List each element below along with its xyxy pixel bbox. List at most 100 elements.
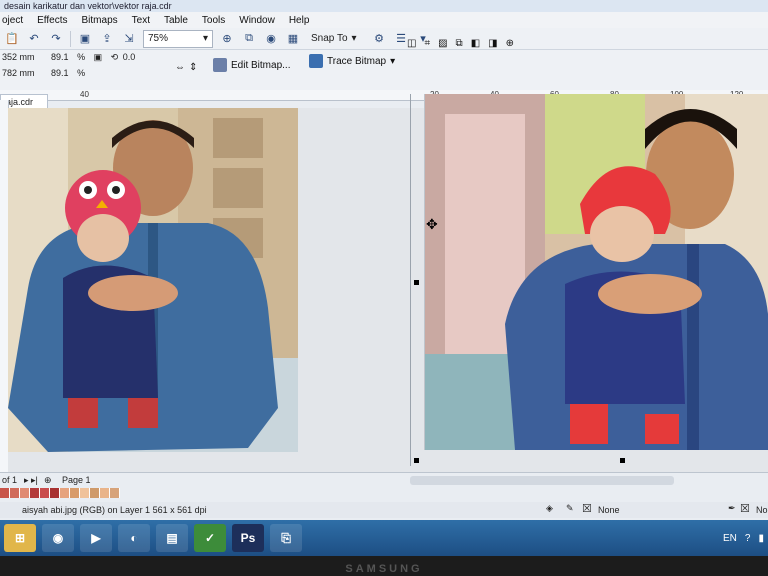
fill-icon: ◈ (546, 503, 553, 513)
firefox-icon[interactable]: ◐ (118, 524, 150, 552)
edit-bitmap-label: Edit Bitmap... (231, 59, 291, 71)
swatch[interactable] (50, 488, 60, 498)
lock-ratio-icon[interactable]: ▣ (94, 52, 103, 62)
window-title: desain karikatur dan vektor\vektor raja.… (0, 0, 768, 12)
add-icon[interactable]: ⊕ (506, 38, 514, 49)
chevron-down-icon: ▾ (202, 33, 208, 44)
menu-bitmaps[interactable]: Bitmaps (82, 15, 118, 26)
undo-icon[interactable]: ↶ (26, 31, 42, 47)
view-icon[interactable]: ◉ (263, 31, 279, 47)
grid-icon[interactable]: ▦ (285, 31, 301, 47)
swatch[interactable] (100, 488, 110, 498)
mirror-vertical-icon[interactable]: ⇕ (189, 62, 197, 73)
link-icon[interactable]: ⧉ (456, 38, 463, 49)
chrome-icon[interactable]: ◉ (42, 524, 74, 552)
width-field[interactable]: 352 mm (2, 52, 35, 62)
pen-icon: ✒ (728, 503, 736, 513)
import-icon[interactable]: ▣ (77, 31, 93, 47)
paste-icon[interactable]: 📋 (4, 31, 20, 47)
start-button[interactable]: ⊞ (4, 524, 36, 552)
publish-icon[interactable]: ⇲ (121, 31, 137, 47)
swatch[interactable] (60, 488, 70, 498)
menu-object[interactable]: oject (2, 15, 23, 26)
selection-handle[interactable] (414, 458, 419, 463)
options-icon[interactable]: ⚙ (371, 31, 387, 47)
swatch[interactable] (40, 488, 50, 498)
menu-effects[interactable]: Effects (37, 15, 67, 26)
scale-y-field[interactable]: 89.1 (51, 68, 69, 78)
fill-value: None (598, 505, 620, 515)
zoom-fit-icon[interactable]: ⊕ (219, 31, 235, 47)
menu-tools[interactable]: Tools (202, 15, 225, 26)
swatch[interactable] (70, 488, 80, 498)
swatch[interactable] (10, 488, 20, 498)
drawing-canvas[interactable]: ✥ (8, 94, 768, 472)
swatch[interactable] (90, 488, 100, 498)
menu-text[interactable]: Text (132, 15, 150, 26)
separator (70, 30, 71, 47)
windows-taskbar: ⊞ ◉ ▶ ◐ ▤ ✓ Ps ⎘ EN ? ▮ (0, 520, 768, 556)
photoshop-icon[interactable]: Ps (232, 524, 264, 552)
menu-window[interactable]: Window (239, 15, 275, 26)
photo-graphic (8, 108, 298, 452)
usb-drive-icon[interactable]: ⎘ (270, 524, 302, 552)
redo-icon[interactable]: ↷ (48, 31, 64, 47)
add-page-icon[interactable]: ⊕ (44, 475, 52, 486)
network-icon[interactable]: ▮ (758, 533, 764, 544)
zoom-combo[interactable]: 75% ▾ (143, 29, 213, 48)
outline-pen-icon: ✎ (566, 503, 574, 513)
help-icon[interactable]: ? (745, 533, 751, 544)
ungroup-icon[interactable]: ◨ (488, 38, 497, 49)
snap-to-label: Snap To (311, 33, 348, 44)
original-photo[interactable] (8, 108, 298, 452)
swatch[interactable] (20, 488, 30, 498)
monitor-brand: SAMSUNG (345, 563, 423, 575)
caricature-graphic (425, 94, 768, 450)
ruler-tick: 40 (80, 90, 89, 99)
height-field[interactable]: 782 mm (2, 68, 35, 78)
system-tray: EN ? ▮ (723, 520, 764, 556)
selection-handle[interactable] (620, 458, 625, 463)
export-icon[interactable]: ⇪ (99, 31, 115, 47)
property-bar: 352 mm 89.1 % ▣ ⟲ 0.0 782 mm 89.1 % ⇔ ⇕ … (0, 38, 768, 91)
menu-help[interactable]: Help (289, 15, 310, 26)
swatch[interactable] (80, 488, 90, 498)
coreldraw-icon[interactable]: ✓ (194, 524, 226, 552)
trace-bitmap-label: Trace Bitmap (327, 55, 387, 67)
edit-bitmap-button[interactable]: Edit Bitmap... (210, 56, 293, 74)
next-page-icon[interactable]: ▸ ▸| (24, 475, 38, 486)
menu-table[interactable]: Table (164, 15, 188, 26)
scale-x-field[interactable]: 89.1 (51, 52, 69, 62)
swatch[interactable] (30, 488, 40, 498)
screen: desain karikatur dan vektor\vektor raja.… (0, 0, 768, 556)
document-navigator: of 1 ▸ ▸| ⊕ Page 1 (0, 472, 768, 489)
page-tab[interactable]: Page 1 (62, 475, 91, 485)
swatch[interactable] (0, 488, 10, 498)
group-icon[interactable]: ◧ (471, 38, 480, 49)
snap-to-dropdown[interactable]: Snap To ▾ (307, 31, 365, 47)
crop-icon[interactable]: ⌗ (424, 38, 430, 49)
horizontal-scrollbar[interactable] (410, 476, 674, 485)
standard-toolbar: 📋 ↶ ↷ ▣ ⇪ ⇲ 75% ▾ ⊕ ⧉ ◉ ▦ Snap To ▾ ⚙ ☰ … (0, 28, 768, 50)
mirror-horizontal-icon[interactable]: ⇔ (175, 62, 185, 73)
media-player-icon[interactable]: ▶ (80, 524, 112, 552)
color-palette[interactable] (0, 488, 120, 498)
scale-y-unit: % (77, 68, 86, 78)
trace-bitmap-button[interactable]: Trace Bitmap ▾ (306, 52, 398, 70)
vector-caricature[interactable] (424, 94, 768, 450)
mirror-icons[interactable]: ⇔ ⇕ (172, 58, 200, 76)
resample-icon[interactable]: ◫ (407, 38, 416, 49)
rotation-field[interactable]: 0.0 (123, 52, 136, 62)
swatch[interactable] (110, 488, 120, 498)
no-fill-icon: ☒ (582, 503, 592, 515)
chevron-down-icon: ▾ (390, 55, 396, 67)
move-cursor-icon: ✥ (426, 216, 438, 232)
bitmap-color-mask-icon[interactable]: ▨ (438, 38, 447, 49)
selection-handle[interactable] (414, 280, 419, 285)
status-bar: aisyah abi.jpg (RGB) on Layer 1 561 x 56… (0, 502, 768, 518)
full-screen-icon[interactable]: ⧉ (241, 31, 257, 47)
photo-viewer-icon[interactable]: ▤ (156, 524, 188, 552)
edit-bitmap-icon (213, 58, 227, 72)
chevron-down-icon: ▾ (351, 33, 357, 44)
language-indicator[interactable]: EN (723, 533, 737, 544)
